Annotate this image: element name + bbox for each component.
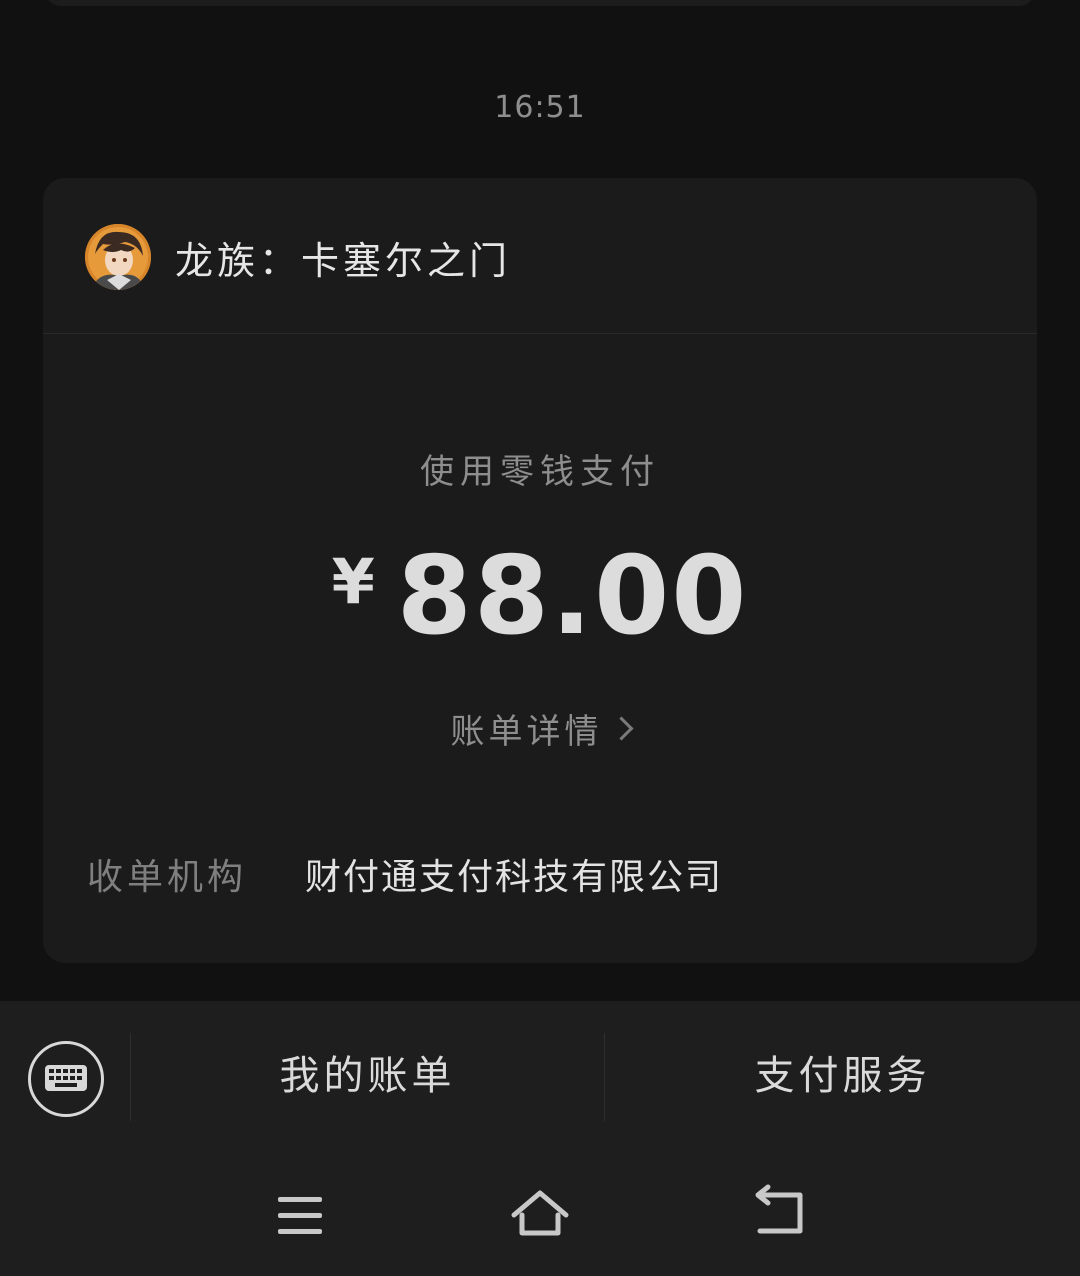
pay-method-label: 使用零钱支付 xyxy=(420,452,660,492)
my-bills-button[interactable]: 我的账单 xyxy=(131,1041,604,1111)
service-menu-bar: 我的账单 支付服务 xyxy=(0,1001,1080,1151)
merchant-name: 龙族：卡塞尔之门 xyxy=(175,239,512,283)
menu-button[interactable] xyxy=(260,1181,340,1251)
amount-display: ¥88.00 xyxy=(43,534,1037,659)
bill-detail-label: 账单详情 xyxy=(450,712,603,752)
home-button[interactable] xyxy=(500,1181,580,1251)
message-timestamp: 16:51 xyxy=(494,90,586,125)
previous-message-card xyxy=(46,0,1034,6)
acquirer-label: 收单机构 xyxy=(87,857,248,898)
payment-notification-screen: 16:51 龙族：卡塞尔之门 使用零钱支付 ¥88.00 账单详情 收单机构 财… xyxy=(0,0,1080,1276)
back-icon xyxy=(755,1184,803,1234)
avatar-image xyxy=(85,224,151,290)
amount-value: 88.00 xyxy=(396,534,749,659)
keyboard-icon xyxy=(45,1065,87,1091)
payment-card[interactable]: 龙族：卡塞尔之门 使用零钱支付 ¥88.00 账单详情 收单机构 财付通支付科技… xyxy=(43,178,1037,963)
acquirer-value: 财付通支付科技有限公司 xyxy=(305,857,724,898)
bill-detail-link[interactable]: 账单详情 xyxy=(43,704,1037,753)
back-button[interactable] xyxy=(740,1181,820,1251)
pay-services-button[interactable]: 支付服务 xyxy=(605,1041,1080,1111)
home-icon xyxy=(511,1190,569,1236)
menu-icon xyxy=(278,1197,322,1234)
keyboard-toggle-button[interactable] xyxy=(28,1041,104,1117)
currency-symbol: ¥ xyxy=(331,545,375,618)
merchant-avatar xyxy=(85,224,151,290)
chevron-right-icon xyxy=(608,716,634,741)
card-header[interactable]: 龙族：卡塞尔之门 xyxy=(43,178,1037,334)
system-navigation-bar xyxy=(0,1151,1080,1276)
